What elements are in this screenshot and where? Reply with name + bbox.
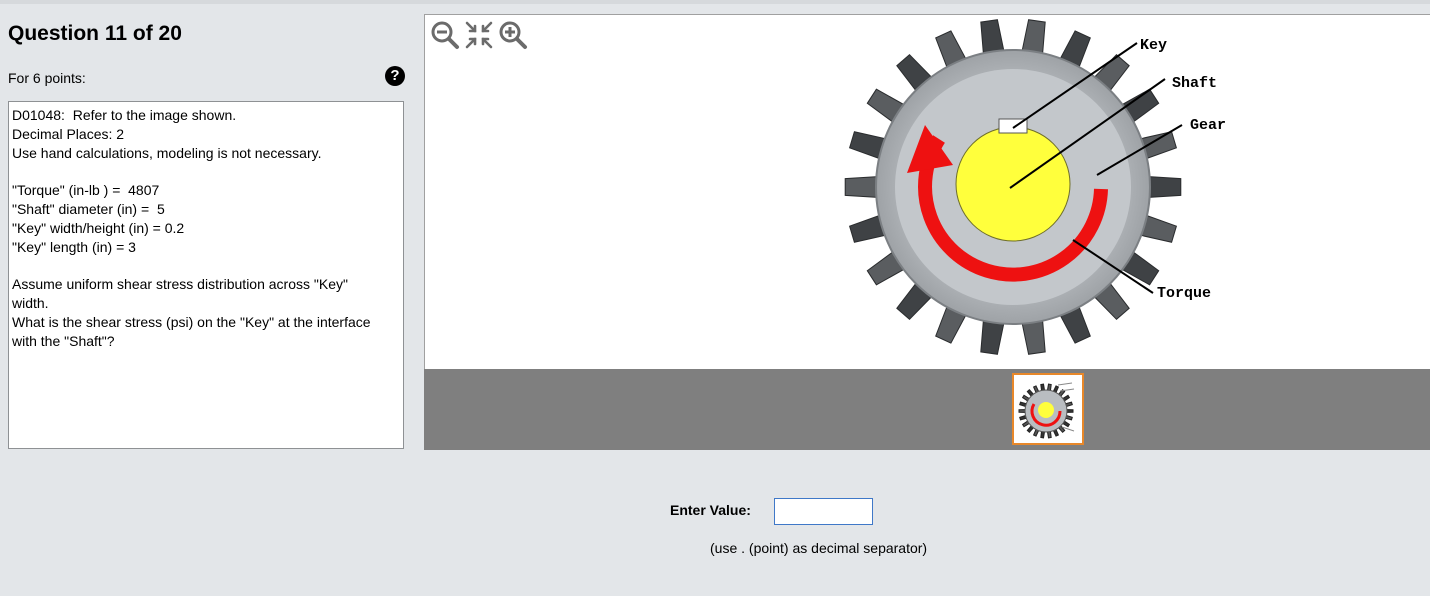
- question-line: "Key" length (in) = 3: [12, 238, 136, 255]
- image-viewer: Key Shaft Gear Torque: [424, 14, 1430, 369]
- enter-value-label: Enter Value:: [670, 502, 751, 518]
- question-line: Decimal Places: 2: [12, 125, 125, 142]
- points-label: For 6 points:: [8, 70, 86, 86]
- question-line: Use hand calculations, modeling is not n…: [12, 144, 322, 161]
- thumbnail-bar: [424, 369, 1430, 450]
- question-text-box: D01048: Refer to the image shown. Decima…: [8, 101, 404, 449]
- question-line: with the "Shaft"?: [12, 332, 115, 349]
- question-line: What is the shear stress (psi) on the "K…: [12, 313, 371, 330]
- torque-label: Torque: [1157, 285, 1211, 302]
- gear-image: Key Shaft Gear Torque: [844, 19, 1226, 355]
- value-input[interactable]: [774, 498, 873, 525]
- question-line: "Key" width/height (in) = 0.2: [12, 219, 185, 236]
- question-line: [12, 256, 401, 275]
- gear-label: Gear: [1190, 117, 1226, 134]
- shaft-circle: [955, 126, 1071, 242]
- question-line: "Shaft" diameter (in) = 5: [12, 200, 165, 217]
- help-icon[interactable]: ?: [385, 66, 405, 86]
- question-line: D01048: Refer to the image shown.: [12, 107, 237, 123]
- decimal-separator-hint: (use . (point) as decimal separator): [710, 540, 928, 556]
- question-line: "Torque" (in-lb ) = 4807: [12, 182, 160, 199]
- shaft-label: Shaft: [1172, 75, 1217, 92]
- question-title: Question 11 of 20: [8, 22, 182, 45]
- gear-diagram: Key Shaft Gear Torque: [844, 19, 1226, 355]
- key-label: Key: [1140, 37, 1167, 54]
- question-line: Assume uniform shear stress distribution…: [12, 276, 348, 293]
- gear-thumbnail-icon: [1018, 382, 1075, 439]
- question-line: width.: [12, 294, 49, 311]
- question-line: [12, 162, 401, 181]
- image-thumbnail[interactable]: [1012, 373, 1084, 445]
- top-strip: [0, 0, 1430, 4]
